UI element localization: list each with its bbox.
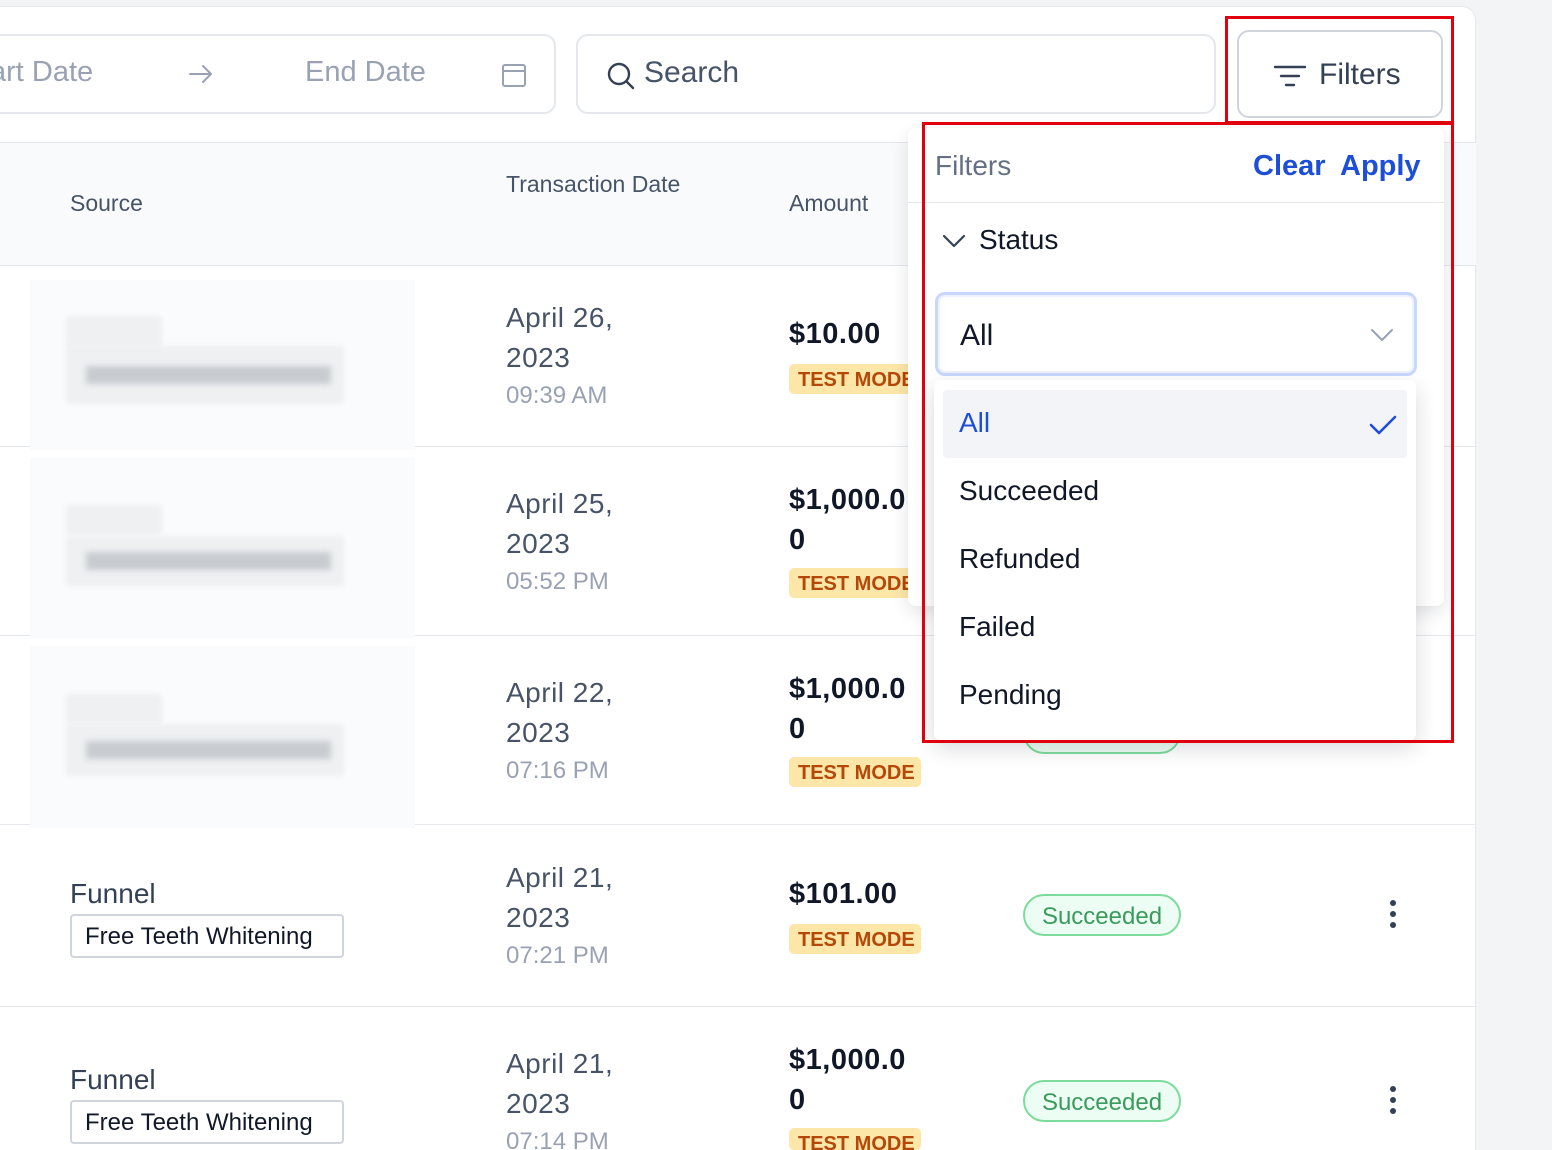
amount: $1,000.0 (789, 484, 906, 516)
clear-button[interactable]: Clear (1253, 150, 1326, 183)
transaction-year: 2023 (506, 717, 571, 748)
chevron-down-icon[interactable] (942, 231, 966, 251)
status-option-all[interactable]: All (943, 390, 1407, 458)
search-placeholder: Search (644, 56, 740, 89)
transaction-time: 07:14 PM (506, 1128, 609, 1150)
amount: $1,000.0 (789, 673, 906, 705)
end-date-input[interactable]: End Date (305, 56, 426, 89)
transaction-date: April 26, (506, 302, 614, 333)
source-label: Funnel (70, 878, 156, 909)
redacted-tag-text (86, 741, 331, 759)
status-select[interactable]: All (935, 292, 1417, 376)
amount-continued: 0 (789, 1084, 806, 1116)
transaction-year: 2023 (506, 1088, 571, 1119)
test-mode-badge: TEST MODE (789, 757, 921, 787)
search-input[interactable]: Search (576, 34, 1216, 114)
test-mode-badge: TEST MODE (789, 568, 921, 598)
amount: $10.00 (789, 318, 881, 350)
redacted-source (66, 694, 162, 724)
transaction-year: 2023 (506, 342, 571, 373)
status-option-succeeded[interactable]: Succeeded (943, 458, 1407, 526)
status-badge: Succeeded (1023, 1080, 1181, 1122)
amount-continued: 0 (789, 524, 806, 556)
transaction-year: 2023 (506, 528, 571, 559)
highlight-box-filters-button (1225, 16, 1454, 124)
status-option-label: Succeeded (959, 475, 1100, 506)
transaction-date: April 25, (506, 488, 614, 519)
status-section-toggle[interactable]: Status (979, 224, 1058, 256)
redacted-tag-text (86, 552, 331, 570)
redacted-source (66, 316, 162, 348)
column-header-source[interactable]: Source (70, 185, 143, 221)
more-actions-icon[interactable] (1382, 900, 1404, 936)
status-option-pending[interactable]: Pending (943, 662, 1407, 730)
divider (908, 202, 1444, 203)
source-tag: Free Teeth Whitening (70, 1100, 344, 1144)
transaction-date: April 22, (506, 677, 614, 708)
column-header-amount[interactable]: Amount (789, 185, 868, 221)
redacted-source (66, 505, 162, 535)
test-mode-badge: TEST MODE (789, 364, 921, 394)
more-actions-icon[interactable] (1382, 1086, 1404, 1122)
transaction-date: April 21, (506, 862, 614, 893)
status-select-value: All (960, 319, 994, 352)
transaction-time: 09:39 AM (506, 382, 608, 409)
start-date-input[interactable]: art Date (0, 56, 93, 89)
test-mode-badge: TEST MODE (789, 924, 921, 954)
transaction-date: April 21, (506, 1048, 614, 1079)
test-mode-badge: TEST MODE (789, 1128, 921, 1150)
apply-button[interactable]: Apply (1340, 150, 1421, 183)
filters-panel-title: Filters (935, 150, 1012, 181)
transaction-time: 05:52 PM (506, 568, 609, 595)
status-option-label: Failed (959, 611, 1036, 642)
status-dropdown-menu: All Succeeded Refunded Failed Pending (934, 380, 1416, 740)
status-option-label: All (959, 407, 991, 438)
status-option-failed[interactable]: Failed (943, 594, 1407, 662)
status-option-label: Refunded (959, 543, 1081, 574)
search-icon (607, 62, 635, 90)
chevron-down-icon (1371, 329, 1393, 341)
status-option-refunded[interactable]: Refunded (943, 526, 1407, 594)
amount: $1,000.0 (789, 1044, 906, 1076)
transaction-time: 07:21 PM (506, 942, 609, 969)
calendar-icon[interactable] (501, 62, 527, 88)
transaction-time: 07:16 PM (506, 757, 609, 784)
redacted-tag-text (86, 366, 331, 384)
source-tag: Free Teeth Whitening (70, 914, 344, 958)
status-option-label: Pending (959, 679, 1062, 710)
source-label: Funnel (70, 1064, 156, 1095)
transaction-year: 2023 (506, 902, 571, 933)
amount-continued: 0 (789, 713, 806, 745)
arrow-right-icon (189, 65, 212, 83)
date-range-picker[interactable]: art Date End Date (0, 34, 556, 114)
status-badge: Succeeded (1023, 894, 1181, 936)
column-header-transaction-date[interactable]: Transaction Date (506, 166, 706, 202)
checkmark-icon (1369, 415, 1397, 435)
amount: $101.00 (789, 878, 898, 910)
